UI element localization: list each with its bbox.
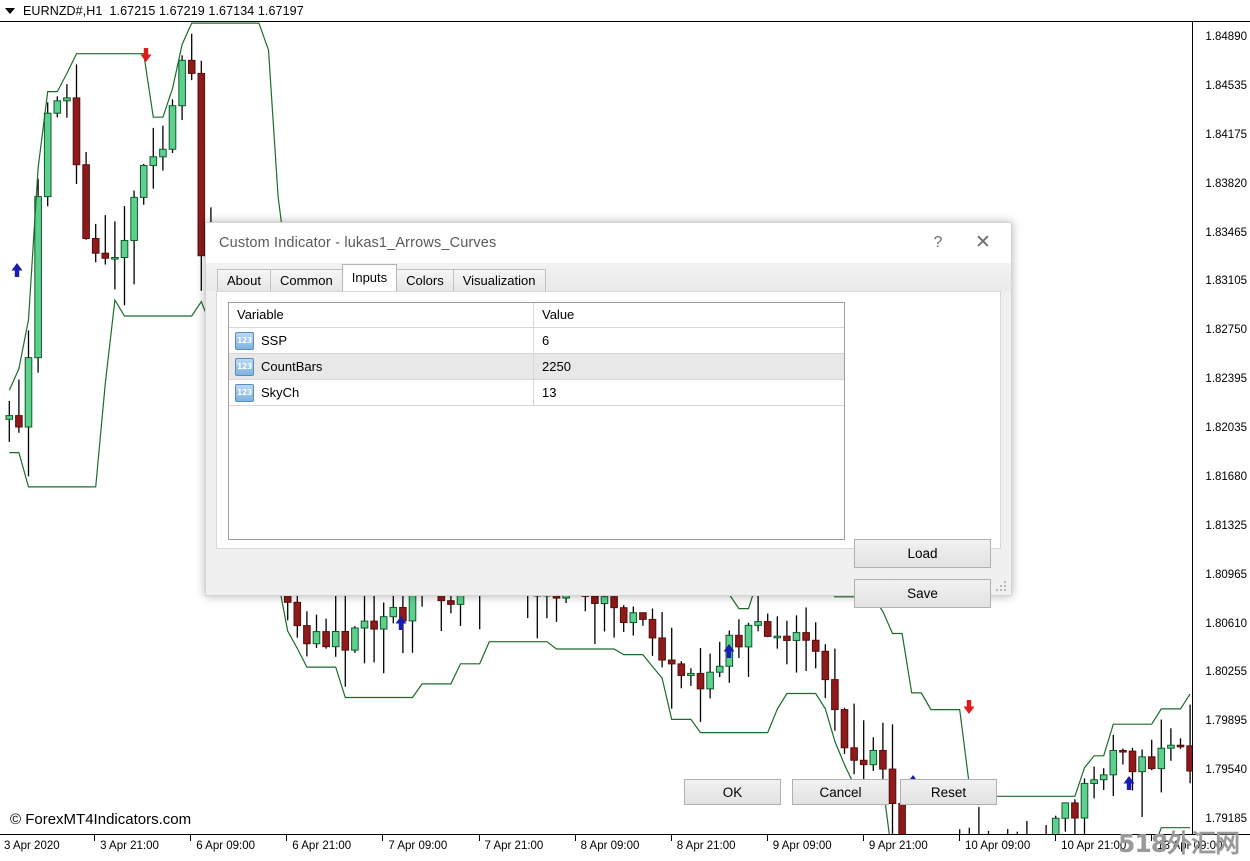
time-tick-separator bbox=[94, 835, 95, 841]
price-tick-label: 1.79540 bbox=[1205, 764, 1247, 776]
time-tick-label: 6 Apr 21:00 bbox=[292, 840, 351, 852]
chart-symbol-label: EURNZD#,H1 bbox=[23, 4, 103, 18]
ok-button-label: OK bbox=[723, 785, 743, 800]
help-icon[interactable]: ? bbox=[925, 232, 951, 254]
inputs-grid[interactable]: Variable Value 123SSP6123CountBars225012… bbox=[228, 302, 845, 540]
save-button[interactable]: Save bbox=[854, 579, 991, 608]
variable-name-label: SSP bbox=[261, 333, 287, 348]
price-tick-label: 1.80965 bbox=[1205, 569, 1247, 581]
price-tick-label: 1.81680 bbox=[1205, 471, 1247, 483]
price-tick-label: 1.82395 bbox=[1205, 373, 1247, 385]
dialog-title-label: Custom Indicator - lukas1_Arrows_Curves bbox=[219, 235, 496, 251]
tab-common[interactable]: Common bbox=[270, 269, 343, 291]
time-tick-label: 3 Apr 2020 bbox=[4, 840, 60, 852]
time-tick-separator bbox=[863, 835, 864, 841]
tab-colors[interactable]: Colors bbox=[396, 269, 454, 291]
time-tick-separator bbox=[671, 835, 672, 841]
time-tick-separator bbox=[382, 835, 383, 841]
ok-button[interactable]: OK bbox=[684, 779, 781, 805]
time-tick-separator bbox=[767, 835, 768, 841]
time-tick-label: 7 Apr 09:00 bbox=[388, 840, 447, 852]
load-button[interactable]: Load bbox=[854, 539, 991, 568]
watermark-518fx: 518外汇网 bbox=[1118, 824, 1239, 860]
price-tick-label: 1.79895 bbox=[1205, 715, 1247, 727]
reset-button-label: Reset bbox=[931, 785, 966, 800]
dialog-titlebar[interactable]: Custom Indicator - lukas1_Arrows_Curves bbox=[206, 223, 1011, 263]
grid-cell-variable[interactable]: 123 SkyCh bbox=[229, 380, 534, 405]
reset-button[interactable]: Reset bbox=[900, 779, 997, 805]
grid-cell-variable[interactable]: 123 CountBars bbox=[229, 354, 534, 379]
load-button-label: Load bbox=[907, 546, 937, 561]
price-tick-label: 1.81325 bbox=[1205, 520, 1247, 532]
grid-row[interactable]: 123 SSP 6 bbox=[229, 328, 844, 354]
cancel-button[interactable]: Cancel bbox=[792, 779, 889, 805]
price-tick-label: 1.83820 bbox=[1205, 178, 1247, 190]
variable-name-label: SkyCh bbox=[261, 385, 299, 400]
number-type-icon: 123 bbox=[235, 332, 254, 350]
price-tick-label: 1.80610 bbox=[1205, 618, 1247, 630]
tab-about[interactable]: About bbox=[217, 269, 271, 291]
time-tick-label: 9 Apr 09:00 bbox=[773, 840, 832, 852]
time-tick-label: 10 Apr 09:00 bbox=[965, 840, 1030, 852]
time-tick-label: 6 Apr 09:00 bbox=[196, 840, 255, 852]
time-tick-separator bbox=[286, 835, 287, 841]
resize-grip-icon[interactable] bbox=[996, 581, 1007, 592]
tab-inputs[interactable]: Inputs bbox=[342, 264, 397, 291]
grid-cell-variable[interactable]: 123 SSP bbox=[229, 328, 534, 353]
price-tick-label: 1.83105 bbox=[1205, 275, 1247, 287]
grid-cell-value[interactable]: 6 bbox=[534, 328, 844, 353]
save-button-label: Save bbox=[907, 586, 938, 601]
time-tick-label: 7 Apr 21:00 bbox=[485, 840, 544, 852]
grid-row[interactable]: 123 CountBars 2250 bbox=[229, 354, 844, 380]
price-tick-label: 1.84175 bbox=[1205, 129, 1247, 141]
mt4-chart-application: EURNZD#,H1 1.67215 1.67219 1.67134 1.671… bbox=[0, 0, 1250, 861]
number-type-icon: 123 bbox=[235, 358, 254, 376]
time-tick-separator bbox=[1055, 835, 1056, 841]
price-tick-label: 1.83465 bbox=[1205, 227, 1247, 239]
tab-visualization[interactable]: Visualization bbox=[453, 269, 546, 291]
close-icon[interactable]: ✕ bbox=[969, 231, 997, 255]
grid-cell-value[interactable]: 13 bbox=[534, 380, 844, 405]
time-tick-separator bbox=[575, 835, 576, 841]
time-tick-separator bbox=[959, 835, 960, 841]
time-tick-separator bbox=[479, 835, 480, 841]
time-axis[interactable]: 3 Apr 2020 3 Apr 21:00 6 Apr 09:00 6 Apr 21… bbox=[0, 834, 1250, 861]
price-tick-label: 1.80255 bbox=[1205, 666, 1247, 678]
grid-header-variable: Variable bbox=[229, 303, 534, 327]
price-axis[interactable]: 1.84890 1.84535 1.84175 1.83820 1.83465 1.831… bbox=[1193, 22, 1250, 834]
time-tick-label: 10 Apr 21:00 bbox=[1061, 840, 1126, 852]
grid-header-row: Variable Value bbox=[229, 303, 844, 328]
watermark-forexmt4indicators: © ForexMT4Indicators.com bbox=[10, 811, 191, 828]
number-type-icon: 123 bbox=[235, 384, 254, 402]
cancel-button-label: Cancel bbox=[819, 785, 861, 800]
dialog-body-panel: Variable Value 123SSP6123CountBars225012… bbox=[216, 291, 1001, 549]
time-tick-label: 9 Apr 21:00 bbox=[869, 840, 928, 852]
chart-titlebar: EURNZD#,H1 1.67215 1.67219 1.67134 1.671… bbox=[0, 0, 1250, 22]
grid-header-value: Value bbox=[534, 303, 844, 327]
time-tick-label: 8 Apr 09:00 bbox=[581, 840, 640, 852]
grid-cell-value[interactable]: 2250 bbox=[534, 354, 844, 379]
dialog-tabstrip: AboutCommonInputsColorsVisualization bbox=[206, 263, 1011, 291]
grid-row[interactable]: 123 SkyCh 13 bbox=[229, 380, 844, 406]
custom-indicator-dialog: Custom Indicator - lukas1_Arrows_Curves … bbox=[205, 222, 1012, 596]
triangle-down-icon[interactable] bbox=[5, 8, 15, 14]
variable-name-label: CountBars bbox=[261, 359, 322, 374]
time-tick-separator bbox=[190, 835, 191, 841]
time-tick-label: 8 Apr 21:00 bbox=[677, 840, 736, 852]
price-tick-label: 1.82750 bbox=[1205, 324, 1247, 336]
price-tick-label: 1.82035 bbox=[1205, 422, 1247, 434]
time-tick-label: 3 Apr 21:00 bbox=[100, 840, 159, 852]
price-tick-label: 1.84535 bbox=[1205, 80, 1247, 92]
chart-ohlc-values: 1.67215 1.67219 1.67134 1.67197 bbox=[110, 4, 304, 18]
price-tick-label: 1.84890 bbox=[1205, 31, 1247, 43]
